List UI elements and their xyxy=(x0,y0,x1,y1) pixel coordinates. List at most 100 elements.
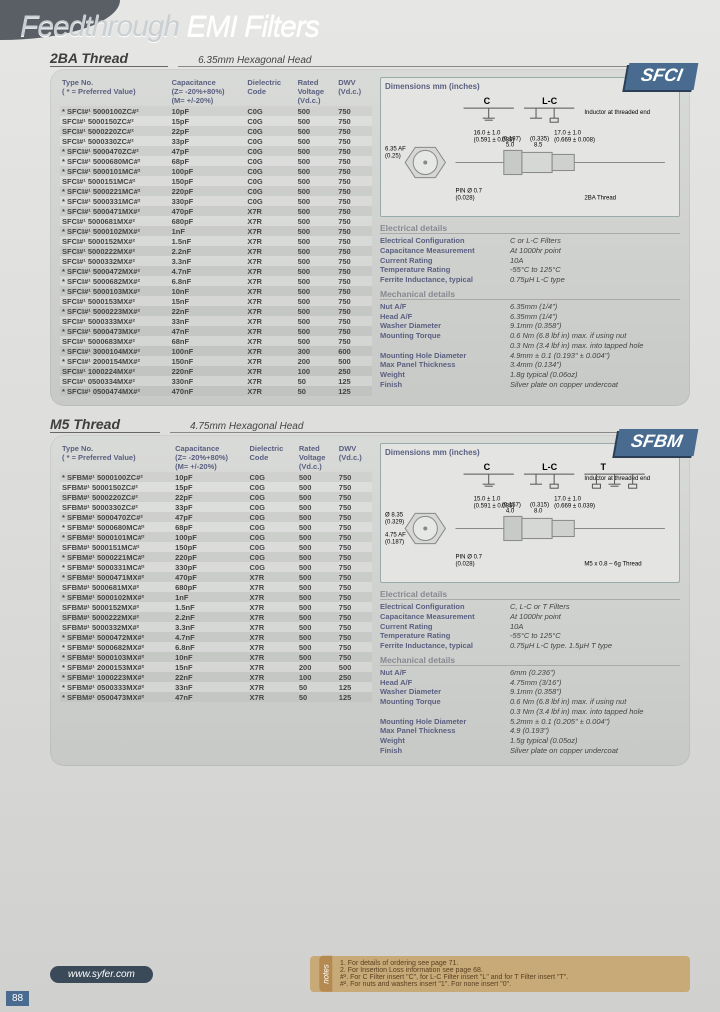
cell-cap: 47pF xyxy=(170,146,246,156)
detail-row: Capacitance MeasurementAt 1000hr point xyxy=(380,612,680,622)
cell-dwv: 750 xyxy=(336,196,372,206)
cell-rv: 300 xyxy=(296,346,337,356)
detail-row: Weight1.8g typical (0.06oz) xyxy=(380,370,680,380)
cell-diel: C0G xyxy=(245,166,295,176)
table-row: * SFBM#¹ 5000100ZC#² 10pF C0G 500 750 xyxy=(60,472,372,482)
cell-dwv: 250 xyxy=(337,672,372,682)
cell-diel: X7R xyxy=(245,236,295,246)
series-badge: SFBM xyxy=(615,429,699,456)
cell-diel: X7R xyxy=(248,632,297,642)
cell-rv: 500 xyxy=(296,186,337,196)
cell-cap: 10pF xyxy=(173,472,247,482)
table-row: * SFBM#¹ 0500473MX#² 47nF X7R 50 125 xyxy=(60,692,372,702)
cell-rv: 500 xyxy=(296,236,337,246)
cell-diel: X7R xyxy=(248,642,297,652)
cell-dwv: 750 xyxy=(337,592,372,602)
detail-row: 0.3 Nm (3.4 lbf in) max. into tapped hol… xyxy=(380,707,680,717)
cell-diel: C0G xyxy=(248,512,297,522)
cell-cap: 100pF xyxy=(170,166,246,176)
cell-pn: SFCI#¹ 5000153MX#² xyxy=(60,296,170,306)
cell-rv: 500 xyxy=(296,136,337,146)
table-row: * SFCI#¹ 5000221MC#² 220pF C0G 500 750 xyxy=(60,186,372,196)
cell-cap: 150pF xyxy=(170,176,246,186)
cell-cap: 15pF xyxy=(173,482,247,492)
cell-rv: 50 xyxy=(296,376,337,386)
table-row: * SFCI#¹ 5000471MX#² 470pF X7R 500 750 xyxy=(60,206,372,216)
detail-row: Electrical ConfigurationC, L-C or T Filt… xyxy=(380,602,680,612)
cell-pn: * SFBM#¹ 0500333MX#² xyxy=(60,682,173,692)
detail-row: FinishSilver plate on copper undercoat xyxy=(380,380,680,390)
table-row: * SFBM#¹ 5000221MC#² 220pF C0G 500 750 xyxy=(60,552,372,562)
cell-dwv: 500 xyxy=(337,662,372,672)
detail-row: Max Panel Thickness4.9 (0.193") xyxy=(380,726,680,736)
dimensions-diagram: Dimensions mm (inches) C L-C Inductor at… xyxy=(380,77,680,217)
cell-diel: X7R xyxy=(245,316,295,326)
cell-cap: 470pF xyxy=(173,572,247,582)
cell-cap: 3.3nF xyxy=(170,256,246,266)
cell-diel: X7R xyxy=(248,592,297,602)
cell-dwv: 750 xyxy=(336,106,372,116)
cell-dwv: 750 xyxy=(337,492,372,502)
cell-dwv: 750 xyxy=(336,236,372,246)
svg-text:4.0: 4.0 xyxy=(506,508,515,514)
cell-diel: X7R xyxy=(245,356,295,366)
table-row: * SFBM#¹ 5000682MX#² 6.8nF X7R 500 750 xyxy=(60,642,372,652)
svg-text:L-C: L-C xyxy=(542,462,558,472)
cell-diel: X7R xyxy=(248,572,297,582)
cell-diel: X7R xyxy=(248,692,297,702)
cell-cap: 47nF xyxy=(170,326,246,336)
svg-text:(0.25): (0.25) xyxy=(385,153,401,159)
cell-rv: 500 xyxy=(297,652,337,662)
detail-row: Nut A/F6.35mm (1/4") xyxy=(380,302,680,312)
svg-text:(0.197): (0.197) xyxy=(502,136,521,142)
cell-pn: SFBM#¹ 5000222MX#² xyxy=(60,612,173,622)
details-block: Electrical details Electrical Configurat… xyxy=(380,223,680,390)
note-line: #². For nuts and washers insert "1". For… xyxy=(340,981,682,988)
parts-table: Type No.( * = Preferred Value) Capacitan… xyxy=(60,443,372,702)
title-right: EMI Filters xyxy=(186,10,318,43)
table-row: * SFCI#¹ 5000223MX#² 22nF X7R 500 750 xyxy=(60,306,372,316)
cell-dwv: 750 xyxy=(336,266,372,276)
cell-rv: 500 xyxy=(297,542,337,552)
cell-rv: 500 xyxy=(297,532,337,542)
cell-dwv: 750 xyxy=(336,126,372,136)
svg-text:Inductor at threaded end: Inductor at threaded end xyxy=(584,476,650,482)
section-sfbm: M5 Thread 4.75mm Hexagonal HeadSFBM Type… xyxy=(50,416,690,766)
table-row: * SFCI#¹ 5000100ZC#² 10pF C0G 500 750 xyxy=(60,106,372,116)
table-row: SFCI#¹ 5000222MX#² 2.2nF X7R 500 750 xyxy=(60,246,372,256)
col-cap: Capacitance(Z= -20%+80%)(M= +/-20%) xyxy=(173,443,247,472)
cell-diel: X7R xyxy=(248,582,297,592)
col-typeno: Type No.( * = Preferred Value) xyxy=(60,443,173,472)
cell-cap: 2.2nF xyxy=(173,612,247,622)
cell-dwv: 250 xyxy=(336,366,372,376)
svg-text:17.0 ± 1.0: 17.0 ± 1.0 xyxy=(554,130,581,136)
hex-head-label: 4.75mm Hexagonal Head xyxy=(170,421,690,433)
col-diel: DielectricCode xyxy=(248,443,297,472)
col-typeno: Type No.( * = Preferred Value) xyxy=(60,77,170,106)
cell-rv: 500 xyxy=(297,522,337,532)
cell-pn: * SFCI#¹ 5000102MX#² xyxy=(60,226,170,236)
cell-rv: 500 xyxy=(296,216,337,226)
cell-pn: SFBM#¹ 5000330ZC#² xyxy=(60,502,173,512)
cell-cap: 680pF xyxy=(170,216,246,226)
cell-diel: X7R xyxy=(245,296,295,306)
cell-dwv: 750 xyxy=(336,176,372,186)
cell-pn: * SFBM#¹ 5000102MX#² xyxy=(60,592,173,602)
cell-rv: 500 xyxy=(297,572,337,582)
cell-cap: 33pF xyxy=(170,136,246,146)
cell-cap: 1nF xyxy=(170,226,246,236)
cell-cap: 22pF xyxy=(170,126,246,136)
cell-rv: 500 xyxy=(297,612,337,622)
cell-dwv: 750 xyxy=(336,146,372,156)
cell-diel: C0G xyxy=(248,522,297,532)
cell-dwv: 750 xyxy=(337,652,372,662)
cell-cap: 10pF xyxy=(170,106,246,116)
table-row: SFBM#¹ 5000222MX#² 2.2nF X7R 500 750 xyxy=(60,612,372,622)
cell-dwv: 750 xyxy=(336,316,372,326)
cell-diel: X7R xyxy=(245,376,295,386)
cell-diel: X7R xyxy=(245,206,295,216)
svg-text:6.35 AF: 6.35 AF xyxy=(385,146,406,152)
cell-diel: C0G xyxy=(248,532,297,542)
cell-cap: 1nF xyxy=(173,592,247,602)
svg-text:T: T xyxy=(600,462,606,472)
